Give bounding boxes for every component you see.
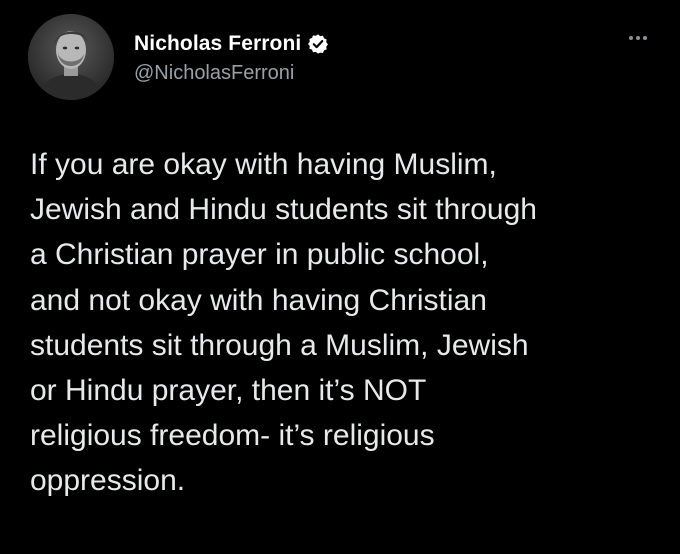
tweet-text-line: religious freedom- it’s religious bbox=[30, 419, 435, 453]
tweet-text-line: or Hindu prayer, then it’s NOT bbox=[30, 374, 427, 408]
display-name[interactable]: Nicholas Ferroni bbox=[134, 32, 301, 56]
author-block: Nicholas Ferroni @NicholasFerroni bbox=[134, 31, 329, 85]
dot bbox=[636, 36, 640, 40]
tweet-text: If you are okay with having Muslim, Jewi… bbox=[30, 142, 660, 504]
avatar-photo bbox=[28, 14, 114, 100]
more-options-icon[interactable] bbox=[622, 28, 654, 48]
verified-badge-icon bbox=[307, 33, 329, 55]
tweet-text-line: and not okay with having Christian bbox=[30, 283, 487, 317]
tweet-text-line: a Christian prayer in public school, bbox=[30, 238, 489, 272]
user-handle[interactable]: @NicholasFerroni bbox=[134, 62, 329, 85]
tweet-text-line: oppression. bbox=[30, 464, 186, 498]
dot bbox=[629, 36, 633, 40]
tweet-card: Nicholas Ferroni @NicholasFerroni If you… bbox=[0, 0, 680, 554]
tweet-text-line: Jewish and Hindu students sit through bbox=[30, 193, 537, 227]
tweet-text-line: If you are okay with having Muslim, bbox=[30, 148, 497, 181]
tweet-text-line: students sit through a Muslim, Jewish bbox=[30, 328, 529, 362]
dot bbox=[643, 36, 647, 40]
name-row: Nicholas Ferroni bbox=[134, 31, 329, 57]
avatar[interactable] bbox=[28, 14, 114, 100]
